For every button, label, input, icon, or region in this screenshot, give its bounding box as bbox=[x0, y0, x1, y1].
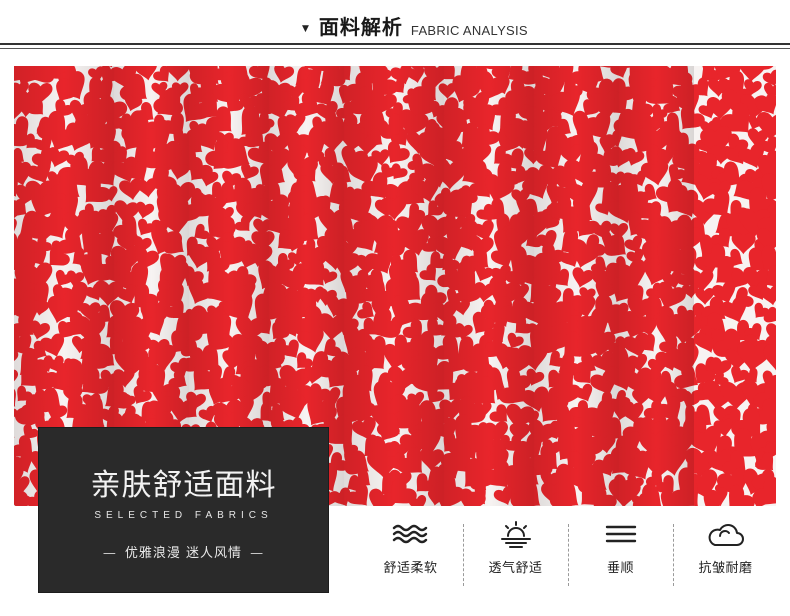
triangle-marker-icon: ▼ bbox=[302, 24, 309, 34]
feature-label: 透气舒适 bbox=[488, 561, 543, 576]
header-divider-thick bbox=[0, 43, 790, 45]
feature-drape: 垂顺 bbox=[568, 512, 673, 592]
lines-icon bbox=[604, 520, 638, 548]
slogan-dash-left: — bbox=[102, 546, 117, 561]
waves-icon bbox=[391, 520, 431, 548]
cloud-icon bbox=[707, 520, 745, 548]
feature-label: 舒适柔软 bbox=[383, 561, 438, 576]
feature-breathable: 透气舒适 bbox=[463, 512, 568, 592]
header-title-cn: 面料解析 bbox=[318, 15, 403, 39]
header-divider-thin bbox=[0, 48, 790, 49]
feature-soft: 舒适柔软 bbox=[358, 512, 463, 592]
section-header: ▼ 面料解析 FABRIC ANALYSIS bbox=[0, 0, 790, 52]
card-slogan: 优雅浪漫 迷人风情 bbox=[124, 546, 243, 561]
sun-icon bbox=[499, 520, 533, 548]
fabric-info-card: 亲肤舒适面料 SELECTED FABRICS — 优雅浪漫 迷人风情 — bbox=[39, 428, 328, 592]
feature-list: 舒适柔软 透气舒适 垂顺 抗皱耐磨 bbox=[358, 512, 778, 592]
card-slogan-row: — 优雅浪漫 迷人风情 — bbox=[39, 542, 328, 561]
card-subtitle: SELECTED FABRICS bbox=[94, 510, 273, 521]
feature-label: 抗皱耐磨 bbox=[698, 561, 753, 576]
header-title-en: FABRIC ANALYSIS bbox=[410, 23, 528, 38]
header-title-group: ▼ 面料解析 FABRIC ANALYSIS bbox=[302, 14, 528, 40]
feature-wrinkle-resistant: 抗皱耐磨 bbox=[673, 512, 778, 592]
slogan-dash-right: — bbox=[250, 546, 265, 561]
card-title: 亲肤舒适面料 bbox=[90, 468, 277, 503]
feature-label: 垂顺 bbox=[606, 561, 634, 576]
